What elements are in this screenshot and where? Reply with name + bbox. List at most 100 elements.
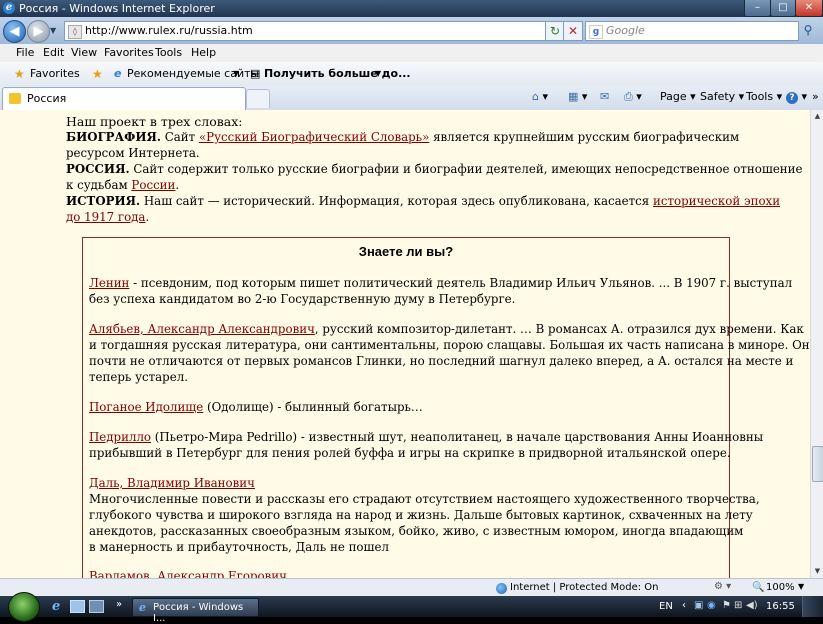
lenin-text-1: - псевдоним, под которым пишет политичес…	[133, 276, 793, 290]
alyabyev-text-1: , русский композитор-дилетант. … В роман…	[314, 322, 804, 336]
language-indicator[interactable]: EN	[659, 601, 673, 612]
help-icon[interactable]: ? ▾	[786, 90, 807, 104]
refresh-button[interactable]: ↻	[545, 21, 565, 41]
dal-link[interactable]: Даль, Владимир Иванович	[89, 476, 255, 490]
entry-idolishche-line-1: Поганое Идолище (Одолище) - былинный бог…	[89, 400, 423, 414]
new-tab-button[interactable]	[246, 89, 270, 108]
scroll-up-icon[interactable]: ▲	[811, 110, 823, 123]
tab-russia[interactable]: Россия	[2, 87, 246, 110]
search-input[interactable]: g Google	[585, 21, 799, 41]
maximize-button[interactable]: □	[770, 0, 796, 17]
tray-volume-icon[interactable]: ◀)	[746, 600, 758, 611]
menu-file[interactable]: File	[16, 46, 34, 59]
russia-label: РОССИЯ.	[66, 162, 130, 176]
zoom-level[interactable]: 100%	[766, 582, 795, 593]
taskbar-ie-icon: e	[139, 601, 146, 614]
tray-expand-icon[interactable]: ‹	[682, 600, 686, 611]
tray-network-icon[interactable]: ⊞	[734, 600, 742, 611]
scroll-down-icon[interactable]: ▼	[811, 565, 823, 578]
search-icon[interactable]: ⚲	[797, 21, 819, 39]
taskbar-ie-window-button[interactable]: e Россия - Windows I...	[132, 598, 259, 624]
idolishche-link[interactable]: Поганое Идолище	[89, 400, 203, 414]
russia-text-1: Сайт содержит только русские биографии и…	[133, 162, 803, 176]
historical-epoch-link[interactable]: исторической эпохи	[653, 194, 780, 208]
minimize-button[interactable]: –	[744, 0, 771, 17]
feeds-icon[interactable]: ▦ ▾	[568, 90, 587, 103]
protected-mode-icon[interactable]: ⚙ ▾	[714, 581, 731, 592]
show-desktop-button[interactable]	[802, 596, 823, 617]
mail-icon[interactable]: ✉	[600, 90, 609, 103]
lenin-link[interactable]: Ленин	[89, 276, 129, 290]
home-icon[interactable]: ⌂ ▾	[532, 90, 548, 103]
page-menu[interactable]: Page ▾	[660, 90, 696, 103]
pedrillo-link[interactable]: Педрилло	[89, 430, 151, 444]
favorites-button[interactable]: Favorites	[30, 67, 80, 80]
dal-text-2: глубокого чувства и широкого взгляда на …	[89, 508, 753, 522]
did-you-know-title: Знаете ли вы?	[358, 244, 454, 259]
entry-alyabyev-line-1: Алябьев, Александр Александрович, русски…	[89, 322, 804, 336]
start-button[interactable]	[8, 592, 40, 622]
vertical-scrollbar[interactable]: ▲ ▼	[810, 110, 823, 578]
forward-button[interactable]: ▶	[27, 20, 50, 43]
biographical-dictionary-link[interactable]: «Русский Биографический Словарь»	[199, 130, 429, 144]
address-text: http://www.rulex.ru/russia.htm	[85, 24, 253, 37]
varlamov-link[interactable]: Варламов, Александр Егорович	[89, 569, 287, 578]
back-button[interactable]: ◀	[3, 20, 26, 43]
windows-taskbar: e » e Россия - Windows I... EN ‹ ▣ ◉ ⚑ ⊞…	[0, 592, 823, 624]
status-bar: Internet | Protected Mode: On ⚙ ▾ 🔍 100%…	[0, 578, 823, 597]
dal-text-1: Многочисленные повести и рассказы его ст…	[89, 492, 760, 506]
suggested-sites-link[interactable]: Рекомендуемые сайты	[127, 67, 259, 80]
did-you-know-box: Знаете ли вы? Ленин - псевдоним, под кот…	[82, 237, 810, 578]
addons-dropdown-icon[interactable]: ▼	[375, 69, 381, 78]
menu-help[interactable]: Help	[191, 46, 216, 59]
close-button[interactable]: ✕	[795, 0, 823, 17]
stop-button[interactable]: ✕	[563, 21, 583, 41]
suggested-sites-dropdown-icon[interactable]: ▼	[233, 69, 239, 78]
quicklaunch-overflow-icon[interactable]: »	[116, 599, 122, 610]
page-favicon-icon: ◊	[68, 25, 82, 39]
safety-menu[interactable]: Safety ▾	[700, 90, 744, 103]
google-icon: g	[589, 25, 603, 39]
quicklaunch-switch-windows-icon[interactable]	[89, 600, 104, 613]
pedrillo-text-1: (Пьетро-Мира Pedrillo) - известный шут, …	[154, 430, 764, 444]
idolishche-text-1: (Одолище) - былинный богатырь…	[207, 400, 423, 414]
menu-view[interactable]: View	[71, 46, 97, 59]
internet-zone-icon	[496, 583, 507, 594]
print-icon[interactable]: ⎙ ▾	[624, 90, 642, 104]
history-text-2: .	[145, 210, 150, 224]
tray-flag-icon[interactable]: ⚑	[722, 600, 731, 611]
zoom-dropdown-icon[interactable]: ▼	[798, 582, 804, 591]
tray-app-icon[interactable]: ▣	[694, 600, 703, 611]
scroll-thumb[interactable]	[812, 446, 823, 482]
entry-varlamov-line-1: Варламов, Александр Егорович	[89, 569, 287, 578]
clock[interactable]: 16:55	[766, 601, 795, 612]
lenin-text-2: без успеха кандидатом во 2-ю Государстве…	[89, 292, 516, 306]
alyabyev-text-4: теперь устарел.	[89, 370, 188, 384]
intro-heading: Наш проект в трех словах:	[66, 114, 243, 129]
favorites-bar: ★ Favorites ★ e Рекомендуемые сайты ▼ ▤ …	[0, 62, 823, 87]
russia-link[interactable]: России	[131, 178, 175, 192]
menu-favorites[interactable]: Favorites	[104, 46, 154, 59]
entry-lenin-line-1: Ленин - псевдоним, под которым пишет пол…	[89, 276, 792, 290]
quicklaunch-desktop-icon[interactable]	[70, 600, 85, 613]
menu-tools[interactable]: Tools	[155, 46, 182, 59]
get-more-addons-link[interactable]: Получить больше до...	[264, 67, 411, 80]
tray-update-icon[interactable]: ◉	[707, 600, 716, 611]
history-line-2: до 1917 года.	[66, 210, 149, 224]
address-input[interactable]: ◊ http://www.rulex.ru/russia.htm ▼	[64, 21, 582, 41]
menu-edit[interactable]: Edit	[43, 46, 64, 59]
security-zone-text[interactable]: Internet | Protected Mode: On	[510, 582, 658, 593]
before-1917-link[interactable]: до 1917 года	[66, 210, 145, 224]
history-text-1: Наш сайт — исторический. Информация, кот…	[143, 194, 650, 208]
dal-text-4: в манерность и прибауточность, Даль не п…	[89, 540, 389, 554]
tools-menu[interactable]: Tools ▾	[746, 90, 782, 103]
toolbar-overflow-icon[interactable]: »	[812, 90, 819, 103]
zoom-icon[interactable]: 🔍	[752, 582, 764, 593]
quicklaunch-ie-icon[interactable]: e	[52, 599, 60, 614]
page-content: Наш проект в трех словах: БИОГРАФИЯ. Сай…	[0, 110, 810, 578]
recent-pages-dropdown-icon[interactable]: ▼	[50, 26, 56, 35]
favorites-star-icon[interactable]: ★	[14, 67, 25, 81]
menu-bar: File Edit View Favorites Tools Help	[0, 44, 823, 62]
alyabyev-link[interactable]: Алябьев, Александр Александрович	[89, 322, 315, 336]
add-favorites-icon[interactable]: ★	[92, 67, 103, 81]
